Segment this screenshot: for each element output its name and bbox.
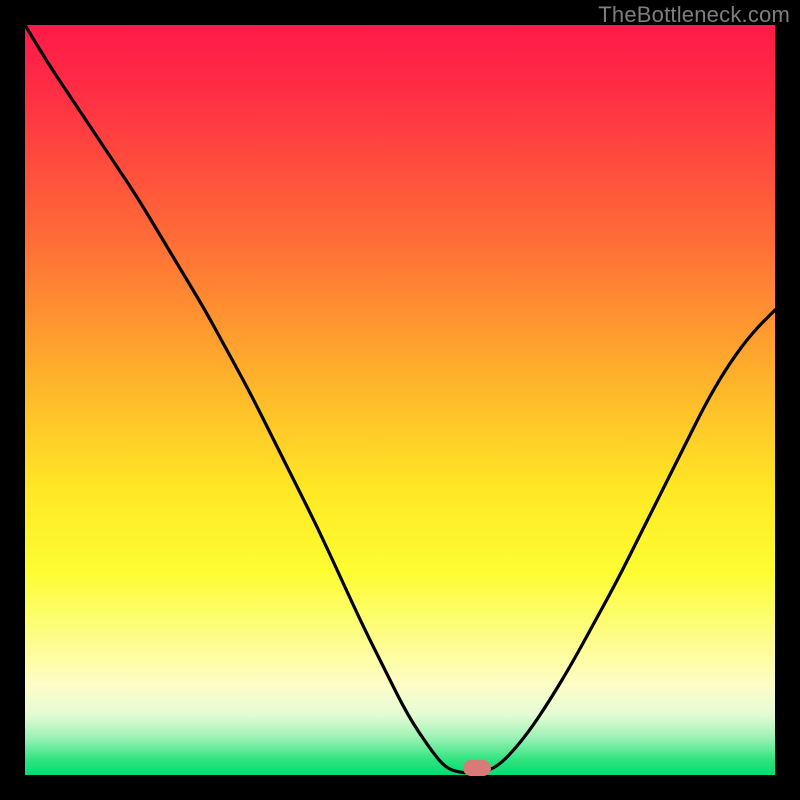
chart-frame xyxy=(25,25,775,775)
bottleneck-curve xyxy=(25,25,775,775)
optimal-point-marker xyxy=(463,760,491,776)
